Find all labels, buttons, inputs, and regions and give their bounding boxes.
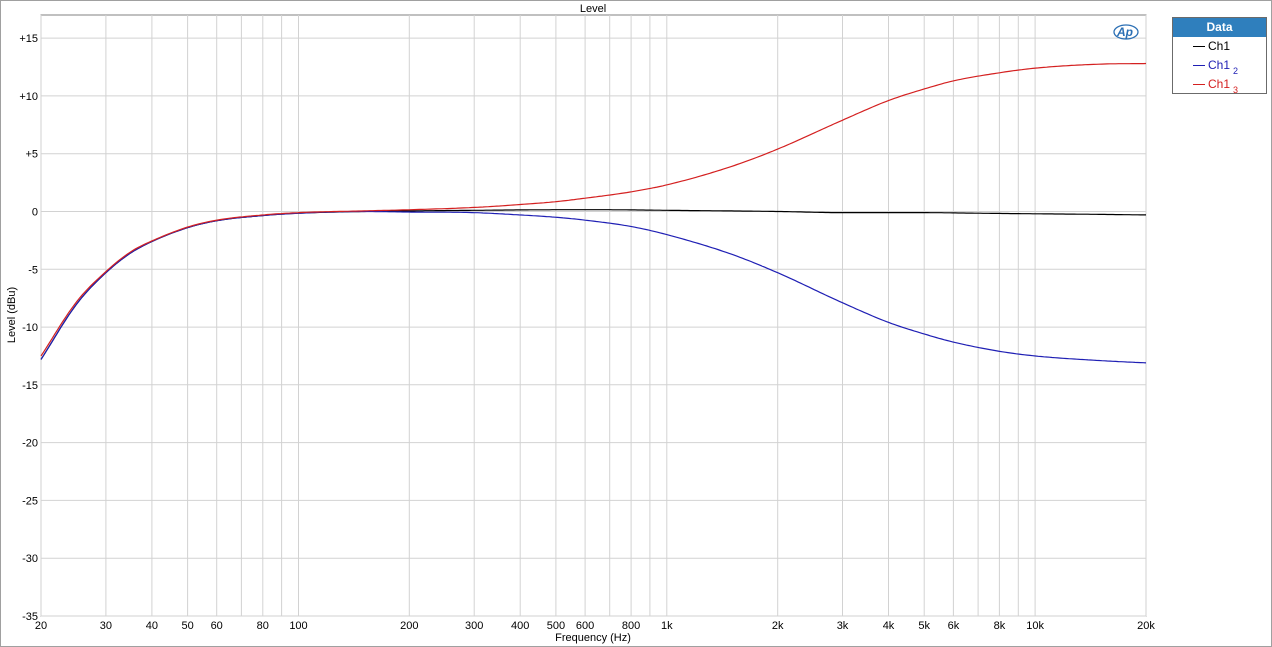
y-tick-label: -5 xyxy=(28,264,38,276)
plot-window: 20 30 40 50 60 80 100 200 300 400 500 600 800 1k 2k 3k 4… xyxy=(0,0,1272,647)
x-tick-label: 2k xyxy=(772,620,784,632)
ap-logo-icon: Ap xyxy=(1113,23,1139,41)
legend-swatch xyxy=(1193,46,1205,47)
legend[interactable]: Data Ch1 Ch1 2 Ch1 3 xyxy=(1172,17,1267,95)
x-tick-label: 40 xyxy=(146,620,158,632)
x-tick-label: 100 xyxy=(289,620,307,632)
legend-item-1[interactable]: Ch1 xyxy=(1173,37,1266,56)
y-tick-label: -20 xyxy=(22,438,38,450)
x-tick-label: 1k xyxy=(661,620,673,632)
y-tick-label: -25 xyxy=(22,495,38,507)
x-tick-label: 800 xyxy=(622,620,640,632)
x-tick-label: 300 xyxy=(465,620,483,632)
y-axis-label: Level (dBu) xyxy=(6,287,18,343)
y-tick-label: -10 xyxy=(22,322,38,334)
y-tick-label: +10 xyxy=(19,91,38,103)
legend-label: Ch1 xyxy=(1208,39,1231,53)
legend-item-3[interactable]: Ch1 3 xyxy=(1173,75,1266,95)
y-tick-label: 0 xyxy=(32,207,38,219)
x-tick-label: 4k xyxy=(883,620,895,632)
legend-subscript: 3 xyxy=(1233,85,1239,95)
legend-swatch xyxy=(1193,84,1205,85)
x-tick-label: 10k xyxy=(1026,620,1044,632)
x-tick-label: 20k xyxy=(1137,620,1155,632)
y-tick-label: +5 xyxy=(25,149,38,161)
x-axis-label: Frequency (Hz) xyxy=(555,632,631,644)
x-tick-label: 5k xyxy=(918,620,930,632)
x-tick-label: 8k xyxy=(994,620,1006,632)
x-tick-label: 6k xyxy=(948,620,960,632)
legend-rows: Ch1 Ch1 2 Ch1 3 xyxy=(1173,37,1266,95)
legend-swatch xyxy=(1193,65,1205,66)
y-tick-label: -35 xyxy=(22,611,38,623)
y-tick-label: +15 xyxy=(19,33,38,45)
legend-item-2[interactable]: Ch1 2 xyxy=(1173,56,1266,76)
x-tick-label: 80 xyxy=(257,620,269,632)
x-tick-label: 400 xyxy=(511,620,529,632)
x-tick-label: 200 xyxy=(400,620,418,632)
legend-label: Ch1 xyxy=(1208,58,1231,72)
plot-area xyxy=(40,14,1147,617)
chart-title: Level xyxy=(580,3,606,15)
x-tick-label: 50 xyxy=(181,620,193,632)
x-tick-label: 600 xyxy=(576,620,594,632)
ap-logo-text: Ap xyxy=(1116,25,1133,39)
x-tick-label: 500 xyxy=(547,620,565,632)
y-tick-label: -30 xyxy=(22,553,38,565)
y-tick-label: -15 xyxy=(22,380,38,392)
x-tick-label: 30 xyxy=(100,620,112,632)
legend-label: Ch1 xyxy=(1208,77,1231,91)
x-tick-label: 60 xyxy=(211,620,223,632)
x-tick-label: 3k xyxy=(837,620,849,632)
level-chart: 20 30 40 50 60 80 100 200 300 400 500 600 800 1k 2k 3k 4… xyxy=(6,3,1155,644)
legend-header: Data xyxy=(1173,18,1266,37)
